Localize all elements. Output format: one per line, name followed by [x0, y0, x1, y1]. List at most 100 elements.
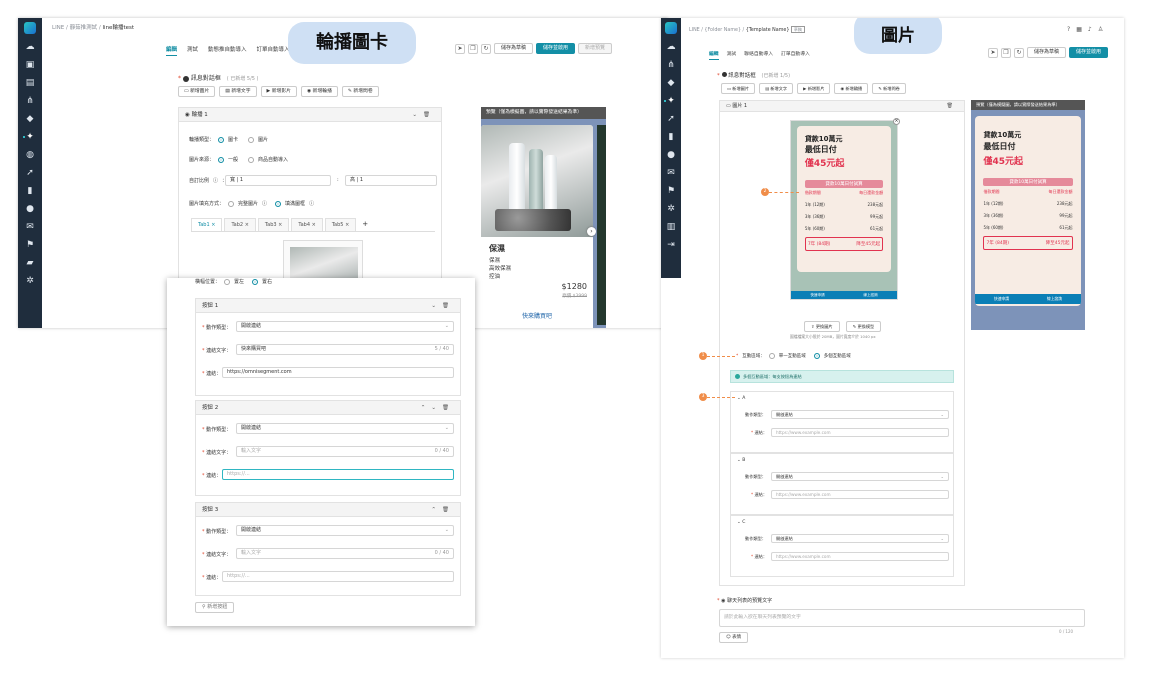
emoji-button[interactable]: ☺ 表情 — [719, 632, 749, 643]
ratio-width-input[interactable]: 寬 | 1 — [225, 175, 331, 186]
flag-icon[interactable]: ⚑ — [666, 186, 676, 196]
gear-icon[interactable]: ✲ — [25, 276, 35, 286]
breadcrumb-root[interactable]: LINE — [52, 25, 64, 31]
radio-general[interactable] — [218, 156, 225, 163]
mail-icon[interactable]: ✉ — [666, 168, 676, 178]
user-icon[interactable]: ● — [666, 150, 676, 160]
add-text-button[interactable]: ▤ 新增文字 — [759, 83, 794, 94]
ratio-height-input[interactable]: 高 | 1 — [345, 175, 437, 186]
share-icon[interactable]: ⋔ — [25, 96, 35, 106]
add-carousel-button[interactable]: ◉ 新增輪播 — [300, 86, 338, 97]
dashboard-icon[interactable]: ▣ — [25, 60, 35, 70]
chevron-down-icon[interactable]: ⌄ — [431, 405, 442, 411]
history-icon[interactable]: ↻ — [481, 43, 491, 54]
copy-icon[interactable]: ❐ — [468, 43, 478, 54]
tab-contact-import[interactable]: 聯絡自動導入 — [744, 50, 773, 60]
user-icon[interactable]: ● — [25, 204, 35, 214]
link-text-input[interactable]: 輸入文字 0 / 40 — [236, 548, 454, 559]
share-icon[interactable]: ⋔ — [666, 60, 676, 70]
save-draft-button[interactable]: 儲存為草稿 — [494, 43, 534, 54]
save-publish-button[interactable]: 儲存並啟用 — [536, 43, 576, 54]
tag-icon[interactable]: ◆ — [25, 114, 35, 124]
region-action-select[interactable]: 開啟連結 ⌄ — [771, 410, 949, 419]
tab-test[interactable]: 測試 — [727, 50, 737, 60]
buy-link[interactable]: 快來購買吧 — [481, 311, 593, 320]
alt-text-input[interactable]: 請於此輸入欲在聊天列表預覽的文字 — [719, 609, 1085, 627]
send-icon[interactable]: ➤ — [455, 43, 465, 54]
folder-icon[interactable]: ▰ — [25, 258, 35, 268]
link-text-input[interactable]: 快來購買吧 5 / 40 — [236, 344, 454, 355]
magic-wand-icon[interactable]: ✦ — [666, 96, 676, 106]
subtab-3[interactable]: Tab3 × — [257, 218, 290, 231]
subtab-5[interactable]: Tab5 × — [324, 218, 357, 231]
tab-edit[interactable]: 編輯 — [166, 45, 178, 56]
cloud-upload-icon[interactable]: ☁ — [25, 42, 35, 52]
subtab-1[interactable]: Tab1 × — [191, 218, 223, 231]
radio-full-image[interactable] — [228, 200, 235, 207]
add-video-button[interactable]: ▶ 新增影片 — [260, 86, 297, 97]
uploaded-poster[interactable]: 貸款10萬元 最低日付 僅45元起 貸款10萬日付試算 借款期間 每日還款金額 1… — [790, 118, 900, 300]
logout-icon[interactable]: ⇥ — [666, 240, 676, 250]
link-url-input[interactable]: https://omnisegment.com — [222, 367, 454, 378]
action-type-select[interactable]: 開啟連結 ⌄ — [236, 525, 454, 536]
add-image-button[interactable]: ▭ 新增圖片 — [178, 86, 216, 97]
close-icon[interactable]: × — [893, 118, 900, 125]
cloud-upload-icon[interactable]: ☁ — [666, 42, 676, 52]
trash-icon[interactable]: 🗑 — [947, 101, 959, 112]
tab-dynamic-import[interactable]: 動態推自動導入 — [208, 45, 247, 56]
link-url-input[interactable]: https://... — [222, 571, 454, 582]
trash-icon[interactable]: 🗑 — [442, 303, 455, 309]
radio-card[interactable] — [218, 136, 225, 143]
tag-icon[interactable]: ◆ — [666, 78, 676, 88]
radio-image[interactable] — [248, 136, 255, 143]
add-survey-button[interactable]: ✎ 新增問卷 — [872, 83, 906, 94]
bar-chart-icon[interactable]: ▮ — [25, 186, 35, 196]
radio-single-area[interactable] — [768, 353, 775, 359]
chart-icon[interactable]: ▤ — [25, 78, 35, 88]
action-type-select[interactable]: 開啟連結 ⌄ — [236, 321, 454, 332]
add-subtab-button[interactable]: + — [358, 218, 372, 231]
new-preview-button[interactable]: 新增預覽 — [578, 43, 613, 54]
region-url-input[interactable]: https://www.example.com — [771, 428, 949, 437]
chevron-up-icon[interactable]: ⌃ — [431, 507, 442, 513]
radio-fill-frame[interactable] — [275, 200, 282, 207]
tab-test[interactable]: 測試 — [187, 45, 198, 56]
breadcrumb-folder[interactable]: 靜茹推測試 — [70, 25, 98, 31]
tab-order-import[interactable]: 訂單自動導入 — [781, 50, 810, 60]
trash-icon[interactable]: 🗑 — [442, 507, 455, 513]
radio-product-import[interactable] — [248, 156, 255, 163]
radio-align-right[interactable] — [252, 278, 259, 285]
save-draft-button[interactable]: 儲存為草稿 — [1027, 47, 1067, 58]
region-url-input[interactable]: https://www.example.com — [771, 552, 949, 561]
subtab-4[interactable]: Tab4 × — [291, 218, 323, 231]
save-publish-button[interactable]: 儲存並啟用 — [1069, 47, 1109, 58]
tab-edit[interactable]: 編輯 — [709, 50, 719, 60]
trash-icon[interactable]: 🗑 — [423, 112, 436, 118]
user-icon[interactable]: ♙ — [1098, 26, 1109, 33]
book-icon[interactable]: ▥ — [666, 222, 676, 232]
bell-icon[interactable]: ♪ — [1088, 26, 1098, 33]
copy-icon[interactable]: ❐ — [1001, 47, 1011, 58]
tab-order-import[interactable]: 訂單自動導入 — [257, 45, 290, 56]
add-survey-button[interactable]: ✎ 新增問卷 — [341, 86, 379, 97]
add-carousel-button[interactable]: ◉ 新增輪播 — [834, 83, 869, 94]
flag-icon[interactable]: ⚑ — [25, 240, 35, 250]
link-text-input[interactable]: 輸入文字 0 / 40 — [236, 446, 454, 457]
subtab-2[interactable]: Tab2 × — [224, 218, 256, 231]
region-action-select[interactable]: 開啟連結 ⌄ — [771, 472, 949, 481]
link-url-input[interactable]: https://... — [222, 469, 454, 480]
region-url-input[interactable]: https://www.example.com — [771, 490, 949, 499]
magic-wand-icon[interactable]: ✦ — [25, 132, 35, 142]
history-icon[interactable]: ↻ — [1014, 47, 1024, 58]
action-type-select[interactable]: 開啟連結 ⌄ — [236, 423, 454, 434]
add-image-button[interactable]: ▭ 新增圖片 — [721, 83, 756, 94]
product-card[interactable]: 保濕 保濕 高效保濕 控油 $1280 原價 $3999 快來購買吧 — [481, 125, 593, 328]
bar-chart-icon[interactable]: ▮ — [666, 132, 676, 142]
change-image-button[interactable]: ⇪ 更換圖片 — [804, 321, 840, 332]
chevron-down-icon[interactable]: ⌄ — [412, 112, 423, 118]
chevron-up-icon[interactable]: ⌃ — [421, 405, 432, 411]
send-icon[interactable]: ➤ — [988, 47, 998, 58]
add-button-button[interactable]: ⚲ 新增按鈕 — [195, 602, 235, 613]
mail-icon[interactable]: ✉ — [25, 222, 35, 232]
rocket-icon[interactable]: ➚ — [666, 114, 676, 124]
